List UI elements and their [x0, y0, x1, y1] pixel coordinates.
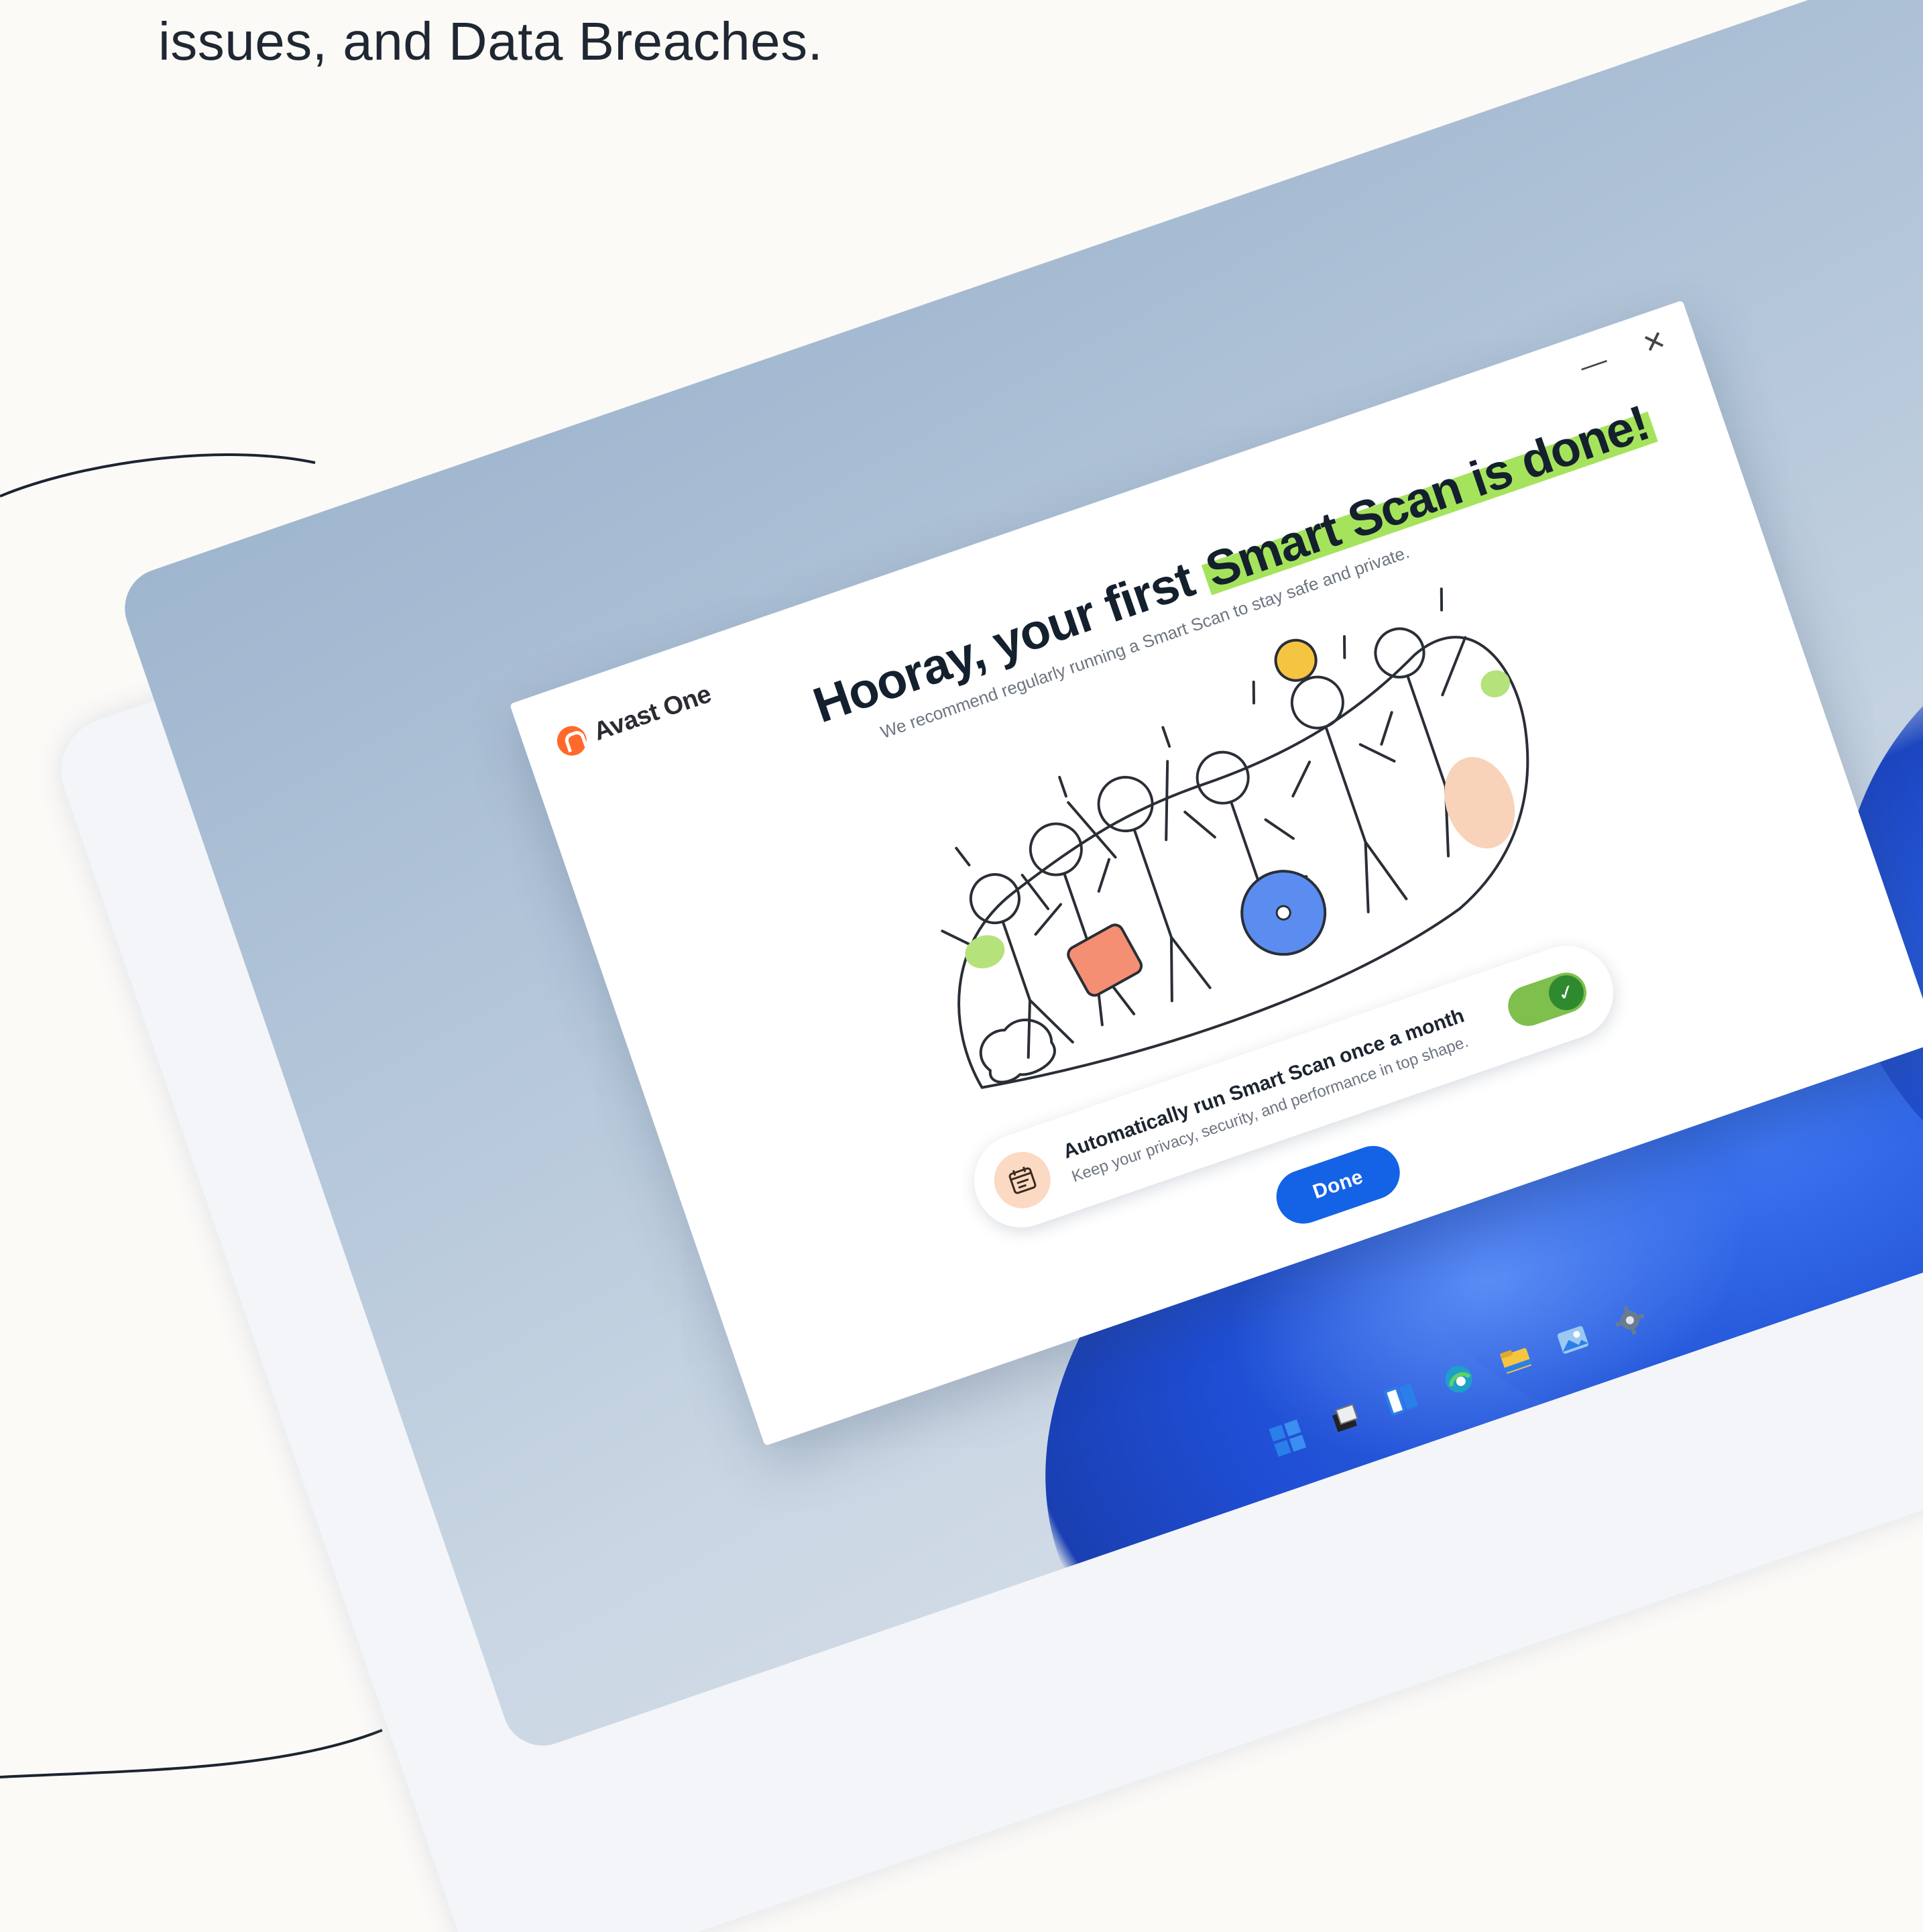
auto-scan-toggle[interactable]: ✓: [1503, 967, 1592, 1032]
calendar-icon: [986, 1144, 1059, 1216]
window-controls: — ✕: [1576, 325, 1672, 382]
widgets-icon[interactable]: [1378, 1375, 1425, 1422]
brand: Avast One: [552, 679, 715, 760]
windows-start-icon[interactable]: [1264, 1414, 1312, 1462]
avast-logo-icon: [552, 722, 591, 760]
done-button[interactable]: Done: [1269, 1139, 1407, 1231]
task-view-icon[interactable]: [1321, 1395, 1368, 1442]
minimize-button[interactable]: —: [1576, 345, 1611, 382]
close-button[interactable]: ✕: [1637, 325, 1672, 360]
brand-name: Avast One: [589, 679, 715, 746]
edge-browser-icon[interactable]: [1435, 1355, 1482, 1403]
intro-text: issues, and Data Breaches.: [158, 11, 823, 71]
file-explorer-icon[interactable]: [1492, 1336, 1539, 1383]
photos-icon[interactable]: [1549, 1316, 1596, 1363]
page: issues, and Data Breaches. — ✕ Avast One…: [0, 0, 1923, 1932]
settings-icon[interactable]: [1606, 1296, 1653, 1344]
checkmark-icon: ✓: [1543, 970, 1589, 1015]
